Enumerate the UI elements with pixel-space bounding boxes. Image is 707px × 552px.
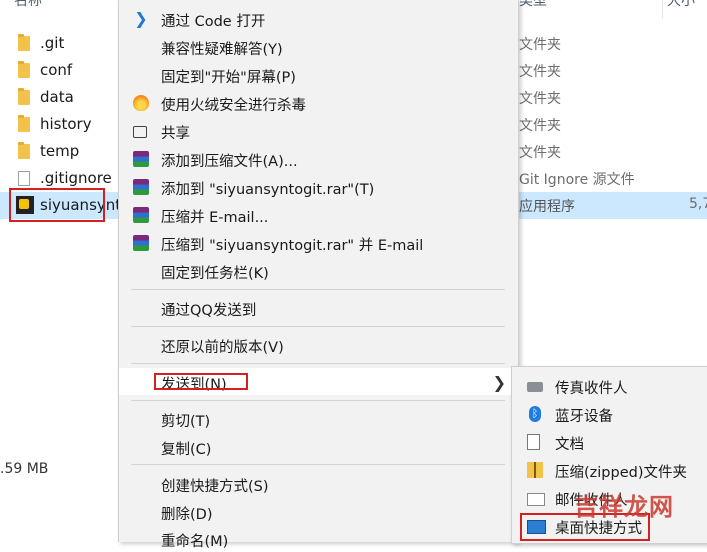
menu-item-label: 兼容性疑难解答(Y) <box>161 42 283 58</box>
submenu-item-label: 文档 <box>555 437 584 453</box>
folder-icon <box>18 61 30 78</box>
menu-item-label: 剪切(T) <box>161 414 211 430</box>
file-name: history <box>40 115 92 133</box>
highlight-box-send-to <box>154 373 248 390</box>
highlight-box-file <box>9 188 105 222</box>
menu-item-add-to-rar[interactable]: 添加到 "siyuansyntogit.rar"(T) <box>119 173 518 200</box>
status-selected-size: .59 MB <box>0 461 49 477</box>
menu-item-label: 还原以前的版本(V) <box>161 340 284 356</box>
file-type: 文件夹 <box>519 91 561 107</box>
vscode-icon: ❯ <box>134 9 148 28</box>
file-type: 文件夹 <box>519 37 561 53</box>
submenu-item-label: 传真收件人 <box>555 381 628 397</box>
file-name: .gitignore <box>40 169 112 187</box>
menu-item-label: 共享 <box>161 126 190 142</box>
submenu-item-label: 蓝牙设备 <box>555 409 613 425</box>
menu-item-label: 添加到 "siyuansyntogit.rar"(T) <box>161 182 375 198</box>
column-header-size[interactable]: 大小 <box>667 0 695 10</box>
context-menu: ❯ 通过 Code 打开 兼容性疑难解答(Y) 固定到"开始"屏幕(P) 使用火… <box>118 0 519 550</box>
menu-item-troubleshoot-compatibility[interactable]: 兼容性疑难解答(Y) <box>119 33 518 60</box>
menu-separator <box>131 289 505 290</box>
menu-item-pin-to-taskbar[interactable]: 固定到任务栏(K) <box>119 257 518 284</box>
submenu-item-documents[interactable]: 文档 <box>512 428 707 456</box>
menu-item-open-with-code[interactable]: ❯ 通过 Code 打开 <box>119 5 518 32</box>
menu-item-label: 创建快捷方式(S) <box>161 479 269 495</box>
menu-item-create-shortcut[interactable]: 创建快捷方式(S) <box>119 470 518 497</box>
menu-item-compress-email[interactable]: 压缩并 E-mail... <box>119 201 518 228</box>
menu-separator <box>131 464 505 465</box>
submenu-item-bluetooth[interactable]: ᛒ 蓝牙设备 <box>512 400 707 428</box>
folder-icon <box>18 142 30 159</box>
folder-icon <box>18 115 30 132</box>
file-type: 文件夹 <box>519 64 561 80</box>
column-divider[interactable] <box>662 0 663 18</box>
menu-item-label: 使用火绒安全进行杀毒 <box>161 98 306 114</box>
gitignore-file-icon <box>18 171 30 186</box>
menu-item-send-via-qq[interactable]: 通过QQ发送到 <box>119 294 518 321</box>
menu-item-delete[interactable]: 删除(D) <box>119 498 518 525</box>
menu-item-label: 重命名(M) <box>161 534 229 550</box>
menu-item-cut[interactable]: 剪切(T) <box>119 405 518 432</box>
submenu-item-zip-folder[interactable]: 压缩(zipped)文件夹 <box>512 456 707 484</box>
file-name: .git <box>40 34 65 52</box>
document-icon <box>527 434 540 450</box>
menu-item-label: 压缩到 "siyuansyntogit.rar" 并 E-mail <box>161 238 424 254</box>
winrar-icon <box>133 179 149 195</box>
menu-item-compress-to-rar-email[interactable]: 压缩到 "siyuansyntogit.rar" 并 E-mail <box>119 229 518 256</box>
file-name: temp <box>40 142 80 160</box>
column-header-name[interactable]: 名称 <box>14 0 42 10</box>
menu-item-label: 通过QQ发送到 <box>161 303 257 319</box>
mail-icon <box>527 493 545 506</box>
menu-item-restore-previous-versions[interactable]: 还原以前的版本(V) <box>119 331 518 358</box>
file-name: conf <box>40 61 73 79</box>
menu-item-rename[interactable]: 重命名(M) <box>119 525 518 552</box>
watermark-text: 吉祥龙网 <box>574 493 674 521</box>
folder-icon <box>18 34 30 51</box>
submenu-item-fax-recipient[interactable]: 传真收件人 <box>512 372 707 400</box>
menu-separator <box>131 326 505 327</box>
menu-item-copy[interactable]: 复制(C) <box>119 433 518 460</box>
file-type: 文件夹 <box>519 118 561 134</box>
menu-item-pin-to-start[interactable]: 固定到"开始"屏幕(P) <box>119 61 518 88</box>
winrar-icon <box>133 207 149 223</box>
file-type: 文件夹 <box>519 145 561 161</box>
file-type: 应用程序 <box>519 199 575 215</box>
folder-icon <box>18 88 30 105</box>
menu-item-label: 固定到任务栏(K) <box>161 266 269 282</box>
huorong-icon <box>133 95 149 111</box>
zip-folder-icon <box>527 462 543 478</box>
menu-item-label: 通过 Code 打开 <box>161 14 266 30</box>
menu-item-label: 添加到压缩文件(A)... <box>161 154 298 170</box>
menu-item-label: 固定到"开始"屏幕(P) <box>161 70 296 86</box>
file-size: 5,7 <box>689 196 707 212</box>
file-name: data <box>40 88 74 106</box>
winrar-icon <box>133 151 149 167</box>
menu-separator <box>131 363 505 364</box>
menu-item-label: 压缩并 E-mail... <box>161 210 269 226</box>
share-icon <box>133 126 147 138</box>
column-header-type[interactable]: 类型 <box>519 0 547 10</box>
file-type: Git Ignore 源文件 <box>519 172 635 188</box>
menu-item-add-to-archive[interactable]: 添加到压缩文件(A)... <box>119 145 518 172</box>
winrar-icon <box>133 235 149 251</box>
menu-item-share[interactable]: 共享 <box>119 117 518 144</box>
fax-icon <box>527 382 543 392</box>
menu-item-label: 删除(D) <box>161 507 213 523</box>
menu-item-label: 复制(C) <box>161 442 212 458</box>
bluetooth-icon: ᛒ <box>529 406 541 422</box>
menu-separator <box>131 400 505 401</box>
submenu-item-label: 压缩(zipped)文件夹 <box>555 465 687 481</box>
chevron-right-icon: ❯ <box>492 373 506 392</box>
menu-item-huorong-scan[interactable]: 使用火绒安全进行杀毒 <box>119 89 518 116</box>
